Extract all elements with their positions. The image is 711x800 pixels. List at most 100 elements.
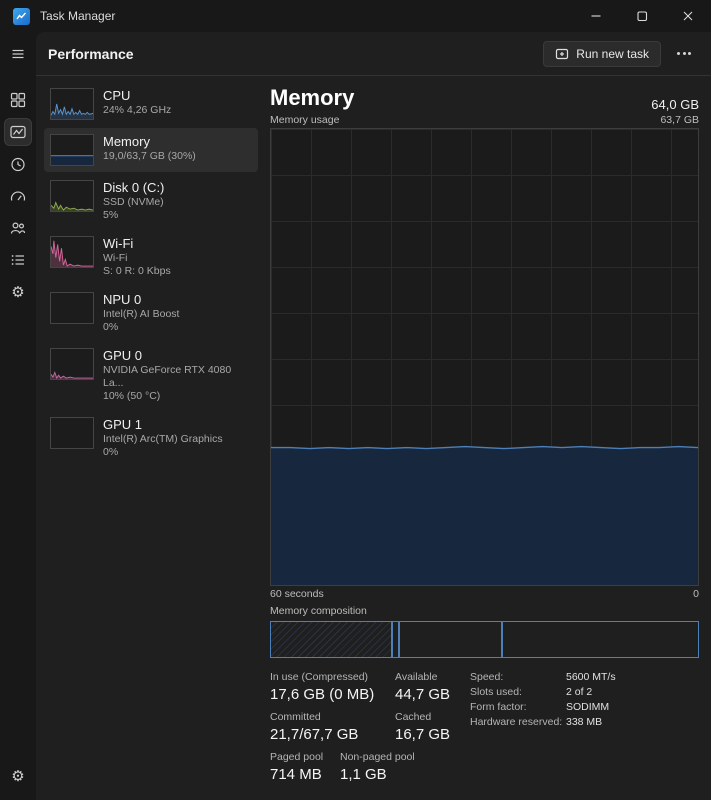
nav-processes-button[interactable] (4, 86, 32, 114)
window-controls (573, 0, 711, 32)
stat-value: 1,1 GB (340, 766, 387, 783)
nav-app-history-button[interactable] (4, 150, 32, 178)
detail-label: Speed: (470, 671, 504, 683)
stat-label: Available (395, 671, 438, 683)
sidebar-item-disk0[interactable]: Disk 0 (C:) SSD (NVMe) 5% (44, 174, 258, 228)
processes-icon (10, 92, 26, 108)
wifi-mini-chart (50, 236, 94, 268)
detail-form-factor: Form factor: SODIMM (470, 701, 616, 713)
detail-label: Hardware reserved: (470, 716, 563, 728)
run-new-task-icon (556, 48, 569, 59)
nav-services-button[interactable]: ⚙ (4, 278, 32, 306)
minimize-button[interactable] (573, 0, 619, 32)
time-axis-right: 0 (693, 588, 699, 600)
minimize-icon (591, 15, 601, 17)
history-clock-icon (11, 157, 25, 172)
more-options-button[interactable] (671, 44, 697, 63)
sidebar-item-title: GPU 0 (103, 348, 143, 363)
nav-menu-button[interactable] (4, 40, 32, 68)
stat-value: 714 MB (270, 766, 322, 783)
stat-label: In use (Compressed) (270, 671, 369, 683)
sidebar-item-gpu1[interactable]: GPU 1 Intel(R) Arc(TM) Graphics 0% (44, 411, 258, 465)
users-icon (10, 222, 26, 234)
stat-committed: Committed 21,7/67,7 GB (270, 710, 395, 745)
services-gear-icon: ⚙ (11, 283, 25, 301)
stat-value: 16,7 GB (395, 726, 451, 743)
sidebar-item-npu0[interactable]: NPU 0 Intel(R) AI Boost 0% (44, 286, 258, 340)
performance-body: CPU 24% 4,26 GHz Memory 19,0/63,7 GB (30… (36, 76, 711, 800)
navigation-rail: ⚙ ⚙ (0, 32, 36, 800)
memory-usage-area (271, 445, 698, 585)
hardware-details: Speed: 5600 MT/s Slots used: 2 of 2 Form… (470, 671, 616, 731)
detail-speed: Speed: 5600 MT/s (470, 671, 616, 683)
sidebar-item-cpu[interactable]: CPU 24% 4,26 GHz (44, 82, 258, 126)
details-list-icon (11, 255, 24, 265)
detail-value: SODIMM (566, 701, 610, 713)
stat-label: Non-paged pool (340, 751, 415, 763)
memory-stats: In use (Compressed) 17,6 GB (0 MB) Avail… (270, 670, 699, 790)
page-header: Performance Run new task (36, 32, 711, 76)
composition-segment-modified[interactable] (391, 621, 399, 658)
sidebar-item-wifi[interactable]: Wi-Fi Wi-Fi S: 0 R: 0 Kbps (44, 230, 258, 284)
stat-in-use: In use (Compressed) 17,6 GB (0 MB) (270, 670, 395, 705)
sidebar-item-title: CPU (103, 88, 131, 103)
speedometer-icon (10, 191, 26, 201)
settings-gear-icon: ⚙ (11, 767, 25, 785)
memory-usage-label: Memory usage (270, 114, 340, 126)
sidebar-item-subtitle2: 0% (103, 446, 119, 458)
titlebar: Task Manager (0, 0, 711, 32)
detail-value: 5600 MT/s (566, 671, 616, 683)
maximize-button[interactable] (619, 0, 665, 32)
sidebar-item-title: Wi-Fi (103, 236, 134, 251)
app-icon (13, 7, 30, 25)
composition-segment-in-use[interactable] (270, 621, 392, 658)
sidebar-item-memory[interactable]: Memory 19,0/63,7 GB (30%) (44, 128, 258, 172)
nav-settings-button[interactable]: ⚙ (4, 762, 32, 790)
sidebar-item-subtitle2: 10% (50 °C) (103, 390, 161, 402)
nav-startup-apps-button[interactable] (4, 182, 32, 210)
cpu-mini-chart (50, 88, 94, 120)
sidebar-item-subtitle: 24% 4,26 GHz (103, 104, 172, 116)
sidebar-item-subtitle: 19,0/63,7 GB (30%) (103, 150, 196, 162)
nav-users-button[interactable] (4, 214, 32, 242)
gpu1-mini-chart (50, 417, 94, 449)
task-manager-window: Task Manager ⚙ ⚙ Performance Run new tas… (0, 0, 711, 800)
page-title: Performance (48, 45, 134, 62)
dot-icon (688, 52, 691, 55)
sidebar-item-title: NPU 0 (103, 292, 142, 307)
time-axis-row: 60 seconds 0 (270, 588, 699, 600)
memory-detail-panel: Memory 64,0 GB Memory usage 63,7 GB 60 s… (258, 82, 703, 800)
sidebar-item-subtitle2: S: 0 R: 0 Kbps (103, 265, 171, 277)
stats-row-3: Paged pool 714 MB Non-paged pool 1,1 GB (270, 750, 699, 785)
run-new-task-button[interactable]: Run new task (543, 40, 661, 67)
sidebar-item-subtitle2: 0% (103, 321, 119, 333)
memory-mini-chart (50, 134, 94, 166)
stat-value: 21,7/67,7 GB (270, 726, 359, 743)
composition-segment-free[interactable] (501, 621, 699, 658)
usage-label-row: Memory usage 63,7 GB (270, 114, 699, 126)
detail-value: 338 MB (566, 716, 603, 728)
time-axis-left: 60 seconds (270, 588, 324, 600)
nav-performance-button[interactable] (4, 118, 32, 146)
stat-nonpaged-pool: Non-paged pool 1,1 GB (340, 750, 415, 785)
memory-composition-label: Memory composition (270, 605, 367, 617)
detail-hardware-reserved: Hardware reserved: 338 MB (470, 716, 616, 728)
detail-label: Slots used: (470, 686, 522, 698)
stat-paged-pool: Paged pool 714 MB (270, 750, 340, 785)
performance-sidebar: CPU 24% 4,26 GHz Memory 19,0/63,7 GB (30… (44, 82, 258, 800)
sidebar-item-title: Disk 0 (C:) (103, 180, 165, 195)
detail-value: 2 of 2 (566, 686, 593, 698)
stat-label: Cached (395, 711, 432, 723)
nav-details-button[interactable] (4, 246, 32, 274)
close-button[interactable] (665, 0, 711, 32)
stat-label: Committed (270, 711, 321, 723)
stat-available: Available 44,7 GB (395, 670, 450, 705)
sidebar-item-subtitle: NVIDIA GeForce RTX 4080 La... (103, 364, 232, 389)
stat-value: 17,6 GB (0 MB) (270, 686, 375, 703)
sidebar-item-gpu0[interactable]: GPU 0 NVIDIA GeForce RTX 4080 La... 10% … (44, 342, 258, 409)
sidebar-item-subtitle: Intel(R) Arc(TM) Graphics (103, 433, 223, 445)
sidebar-item-subtitle2: 5% (103, 209, 119, 221)
composition-segment-standby[interactable] (398, 621, 502, 658)
disk-mini-chart (50, 180, 94, 212)
npu-mini-chart (50, 292, 94, 324)
